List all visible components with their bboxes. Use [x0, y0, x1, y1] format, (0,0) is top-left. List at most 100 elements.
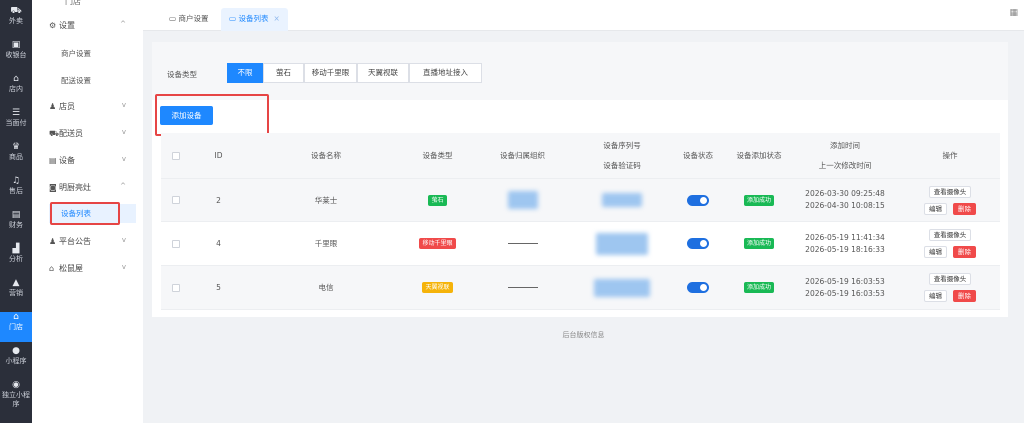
- cell-mod-time: 2026-05-19 18:16:33: [805, 244, 885, 254]
- sidebar-item-delivery-settings[interactable]: 配送设置: [61, 75, 91, 86]
- col-org: 设备归属组织: [500, 151, 545, 160]
- cell-type: 天翼视联: [406, 266, 469, 309]
- rail-item-instore[interactable]: ⌂ 店内: [0, 74, 32, 104]
- rail-item-facepay[interactable]: ☰ 当面付: [0, 108, 32, 138]
- shop-icon: ⌂: [13, 312, 19, 322]
- rail-item-analysis[interactable]: ▟ 分析: [0, 244, 32, 274]
- camera-icon: ◙: [49, 183, 57, 192]
- blurred-serial: [596, 232, 648, 255]
- select-all-checkbox[interactable]: [161, 133, 191, 178]
- col-mod-time: 上一次修改时间: [818, 160, 872, 170]
- gear-icon: ⚙: [49, 21, 57, 30]
- chevron-down-icon[interactable]: v: [122, 128, 126, 136]
- filter-option-ezviz[interactable]: 萤石: [263, 63, 304, 83]
- filter-label: 设备类型: [167, 70, 197, 79]
- chevron-up-icon[interactable]: ^: [120, 20, 126, 28]
- edit-button[interactable]: 编辑: [924, 202, 947, 215]
- cell-id: 4: [216, 239, 221, 248]
- type-tag: 萤石: [428, 194, 447, 206]
- sidebar-group-label: 松鼠屋: [59, 264, 83, 273]
- rail-item-miniapp[interactable]: ● 小程序: [0, 346, 32, 376]
- tab-merchant-settings[interactable]: ▭ 商户设置: [161, 8, 216, 31]
- icon-rail: ⛟ 外卖 ▣ 收银台 ⌂ 店内 ☰ 当面付 ♛ 商品 ♫ 售后 ▤ 财务 ▟ 分析 ▲ 营销 ⌂ 门…: [0, 0, 32, 423]
- rail-item-takeout[interactable]: ⛟ 外卖: [0, 6, 32, 36]
- rail-item-goods[interactable]: ♛ 商品: [0, 142, 32, 172]
- sidebar-group-label: 店员: [59, 102, 75, 111]
- courier-icon: ⛟: [49, 128, 60, 138]
- edit-button[interactable]: 编辑: [924, 290, 947, 302]
- cell-add-time: 2026-05-19 11:41:34: [805, 232, 885, 242]
- cell-times: 2026-03-30 09:25:48 2026-04-30 10:08:15: [790, 179, 900, 221]
- add-status-tag: 添加成功: [743, 282, 774, 293]
- chevron-down-icon[interactable]: v: [122, 101, 126, 109]
- col-type: 设备类型: [422, 151, 453, 160]
- close-icon[interactable]: ×: [273, 14, 279, 23]
- status-toggle[interactable]: [668, 179, 728, 221]
- cell-type: 移动千里眼: [406, 222, 469, 265]
- cell-ops: 查看摄像头 编辑 删除: [900, 222, 1000, 265]
- cell-add-status: 添加成功: [728, 266, 790, 309]
- col-times: 添加时间 上一次修改时间: [790, 133, 900, 178]
- rail-item-marketing[interactable]: ▲ 营销: [0, 278, 32, 308]
- rail-label: 分析: [9, 255, 23, 263]
- rail-label: 小程序: [5, 357, 27, 365]
- store-icon: ⌂: [13, 74, 19, 84]
- blurred-org: [507, 191, 538, 209]
- empty-dash: [507, 287, 538, 288]
- filter-option-mobile-eye[interactable]: 移动千里眼: [304, 63, 357, 83]
- status-toggle[interactable]: [668, 266, 728, 309]
- cell-name: 千里眼: [314, 239, 338, 248]
- tab-device-list[interactable]: ▭ 设备列表 ×: [221, 8, 288, 31]
- highlight-box: [155, 94, 269, 136]
- row-checkbox[interactable]: [161, 179, 191, 221]
- blurred-serial: [594, 278, 650, 297]
- chevron-down-icon[interactable]: v: [122, 263, 126, 271]
- col-id: ID: [214, 151, 223, 160]
- analysis-icon: ▟: [12, 244, 20, 254]
- sidebar-group-staff[interactable]: ♟ 店员: [49, 101, 75, 112]
- sidebar-group-devices[interactable]: ▤ 设备: [49, 155, 75, 166]
- rail-item-shop[interactable]: ⌂ 门店: [0, 312, 32, 342]
- sidebar-group-couriers[interactable]: ⛟ 配送员: [49, 128, 83, 139]
- chevron-down-icon[interactable]: v: [122, 155, 126, 163]
- view-camera-button[interactable]: 查看摄像头: [928, 185, 972, 198]
- view-camera-button[interactable]: 查看摄像头: [928, 229, 972, 241]
- filter-option-all[interactable]: 不限: [227, 63, 263, 83]
- table-row: 2 华莱士 萤石 添加成功 2026-03-30 09:25:48 2026-04…: [161, 179, 1000, 222]
- col-add-status: 设备添加状态: [736, 151, 782, 160]
- row-checkbox[interactable]: [161, 266, 191, 309]
- sidebar-group-open-kitchen[interactable]: ◙ 明厨亮灶: [49, 182, 91, 193]
- cell-serial: [576, 179, 668, 221]
- sidebar-group-label: 设备: [59, 156, 75, 165]
- edit-button[interactable]: 编辑: [924, 246, 947, 258]
- table-row: 4 千里眼 移动千里眼 添加成功 2026-05-19 11:41:34 2026…: [161, 222, 1000, 266]
- chevron-up-icon[interactable]: ^: [120, 182, 126, 190]
- sidebar-group-settings[interactable]: ⚙ 设置: [49, 20, 75, 31]
- type-tag: 天翼视联: [422, 282, 453, 293]
- rail-item-standalone-miniapp[interactable]: ◉ 独立小程序: [0, 380, 32, 410]
- col-serial: 设备序列号: [603, 140, 641, 150]
- sidebar-top-label: 门店: [65, 0, 81, 6]
- status-toggle[interactable]: [668, 222, 728, 265]
- cell-mod-time: 2026-05-19 16:03:53: [805, 288, 885, 298]
- sidebar-group-announcements[interactable]: ♟ 平台公告: [49, 236, 91, 247]
- chevron-down-icon[interactable]: v: [122, 236, 126, 244]
- filter-option-tianyi[interactable]: 天翼视联: [357, 63, 409, 83]
- table-header: ID 设备名称 设备类型 设备归属组织 设备序列号 设备验证码 设备状态 设备添加…: [161, 133, 1000, 179]
- delete-button[interactable]: 删除: [953, 290, 976, 302]
- sidebar-group-squirrel-house[interactable]: ⌂ 松鼠屋: [49, 263, 83, 274]
- view-camera-button[interactable]: 查看摄像头: [928, 273, 972, 285]
- filter-option-live-url[interactable]: 直播地址接入: [409, 63, 482, 83]
- pay-icon: ☰: [11, 108, 21, 118]
- rail-item-aftersale[interactable]: ♫ 售后: [0, 176, 32, 206]
- row-checkbox[interactable]: [161, 222, 191, 265]
- cell-mod-time: 2026-04-30 10:08:15: [805, 201, 885, 210]
- rail-item-cashier[interactable]: ▣ 收银台: [0, 40, 32, 70]
- rail-label: 商品: [9, 153, 23, 161]
- col-serial-code: 设备序列号 设备验证码: [576, 133, 668, 178]
- rail-item-finance[interactable]: ▤ 财务: [0, 210, 32, 240]
- grid-menu-icon[interactable]: ▦: [1009, 8, 1018, 18]
- sidebar-item-merchant-settings[interactable]: 商户设置: [61, 48, 91, 59]
- delete-button[interactable]: 删除: [953, 202, 976, 215]
- delete-button[interactable]: 删除: [953, 246, 976, 258]
